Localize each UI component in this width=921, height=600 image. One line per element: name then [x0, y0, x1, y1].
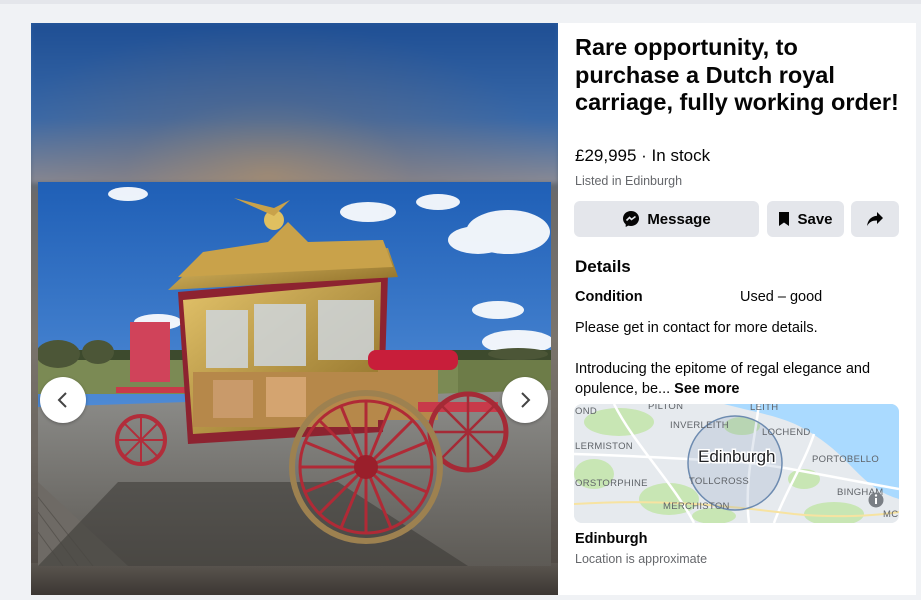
map-label-leith: LEITH: [750, 404, 778, 413]
listing-price: £29,995 · In stock: [575, 146, 711, 165]
map-label-lermiston: LERMISTON: [575, 441, 633, 452]
see-more-link[interactable]: See more: [674, 381, 739, 397]
blurred-backdrop: [31, 23, 558, 183]
blurred-backdrop-bottom: [31, 563, 558, 595]
map-label-mc: MC: [883, 509, 898, 520]
marketplace-listing-page: Rare opportunity, to purchase a Dutch ro…: [0, 0, 921, 600]
message-button[interactable]: Message: [574, 201, 759, 237]
map-label-portobello: PORTOBELLO: [812, 454, 879, 465]
map-label-edinburgh: Edinburgh: [698, 447, 776, 466]
map-label-merchiston: MERCHISTON: [663, 501, 730, 512]
chevron-left-icon: [57, 392, 67, 408]
map-label-ond: OND: [575, 406, 597, 417]
listing-photo: [38, 182, 551, 566]
listing-title: Rare opportunity, to purchase a Dutch ro…: [575, 34, 899, 115]
carriage-photo-illustration: [38, 182, 551, 566]
listing-details-panel: Rare opportunity, to purchase a Dutch ro…: [558, 23, 916, 595]
map-label-lochend: LOCHEND: [762, 427, 811, 438]
top-bar-strip: [0, 0, 921, 4]
condition-value: Used – good: [740, 289, 823, 305]
save-button-label: Save: [797, 210, 833, 228]
bookmark-icon: [779, 212, 790, 226]
media-viewer: [31, 23, 558, 595]
map-label-inverleith: INVERLEITH: [670, 420, 729, 431]
next-photo-button[interactable]: [502, 377, 548, 423]
share-arrow-icon: [867, 212, 883, 226]
messenger-icon: [623, 211, 640, 227]
map-illustration: PILTON LEITH INVERLEITH LOCHEND OND LERM…: [574, 404, 899, 523]
listing-location-line[interactable]: Listed in Edinburgh: [575, 174, 682, 188]
location-map[interactable]: PILTON LEITH INVERLEITH LOCHEND OND LERM…: [574, 404, 899, 523]
map-label-tollcross: TOLLCROSS: [689, 476, 749, 487]
info-icon[interactable]: [868, 492, 884, 508]
map-label-corstorphine: ORSTORPHINE: [575, 478, 648, 489]
save-button[interactable]: Save: [767, 201, 844, 237]
condition-label: Condition: [575, 289, 643, 305]
location-name: Edinburgh: [575, 531, 648, 547]
details-heading: Details: [575, 257, 631, 276]
message-button-label: Message: [647, 210, 711, 228]
share-button[interactable]: [851, 201, 899, 237]
description-preview: Introducing the epitome of regal eleganc…: [575, 359, 900, 399]
location-approximate-note: Location is approximate: [575, 552, 708, 566]
contact-note: Please get in contact for more details.: [575, 320, 818, 336]
chevron-right-icon: [521, 392, 531, 408]
previous-photo-button[interactable]: [40, 377, 86, 423]
map-label-pilton: PILTON: [648, 404, 683, 412]
